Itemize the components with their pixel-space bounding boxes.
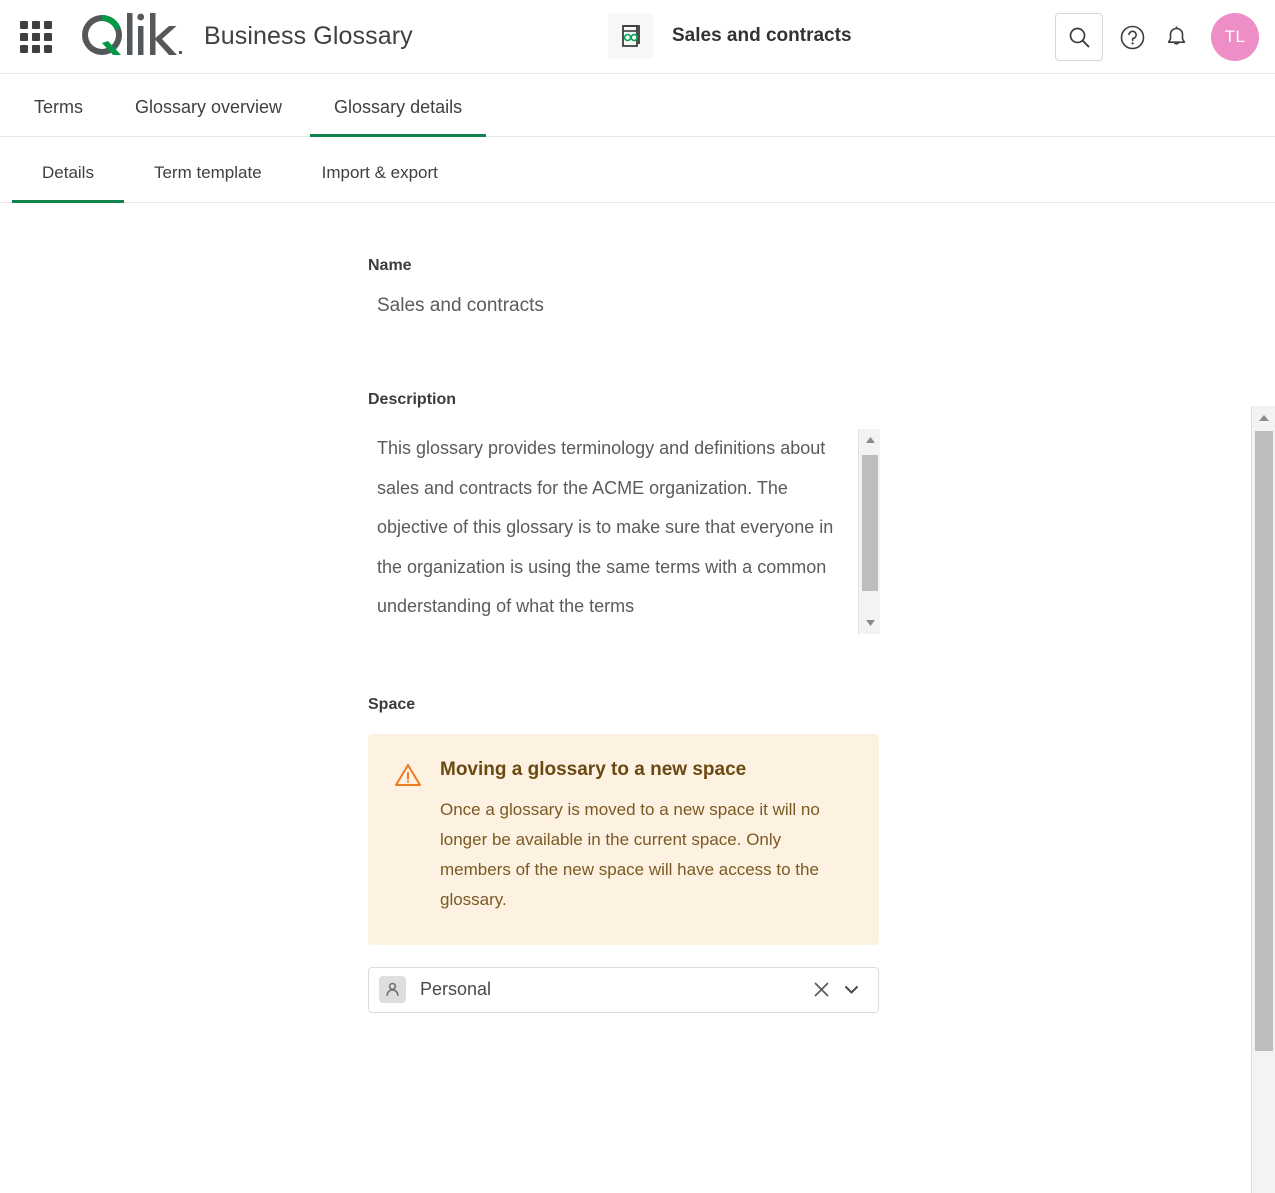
tab-glossary-overview[interactable]: Glossary overview xyxy=(135,97,282,136)
name-field-group: Name Sales and contracts xyxy=(368,257,888,317)
breadcrumb-label: Sales and contracts xyxy=(672,25,852,47)
space-select-value: Personal xyxy=(420,979,806,1000)
tab-details[interactable]: Details xyxy=(12,163,124,202)
tab-terms[interactable]: Terms xyxy=(34,97,83,136)
space-label: Space xyxy=(368,696,888,714)
avatar[interactable]: TL xyxy=(1211,13,1259,61)
tab-import-export[interactable]: Import & export xyxy=(292,163,468,202)
apps-grid-icon[interactable] xyxy=(18,19,54,55)
search-icon[interactable] xyxy=(1055,13,1103,61)
name-input[interactable]: Sales and contracts xyxy=(368,295,888,317)
glossary-book-icon xyxy=(608,13,654,59)
bell-icon[interactable] xyxy=(1161,22,1191,52)
description-textarea[interactable]: This glossary provides terminology and d… xyxy=(368,429,880,634)
page-scroll-thumb[interactable] xyxy=(1255,431,1273,1051)
scroll-down-icon[interactable] xyxy=(859,612,880,634)
description-field-group: Description This glossary provides termi… xyxy=(368,391,888,634)
page-scrollbar[interactable] xyxy=(1251,406,1275,1193)
close-icon[interactable] xyxy=(806,975,836,1005)
content-area: Name Sales and contracts Description Thi… xyxy=(0,203,1275,1193)
app-title: Business Glossary xyxy=(204,22,413,51)
space-select[interactable]: Personal xyxy=(368,967,879,1013)
name-label: Name xyxy=(368,257,888,275)
tab-glossary-details[interactable]: Glossary details xyxy=(334,97,462,136)
description-scrollbar[interactable] xyxy=(858,429,880,634)
app-header: Business Glossary Sales and contracts xyxy=(0,0,1275,74)
secondary-tabs: Details Term template Import & export xyxy=(0,137,1275,203)
page-scroll-up-icon[interactable] xyxy=(1252,406,1275,430)
breadcrumb[interactable]: Sales and contracts xyxy=(608,13,852,59)
chevron-down-icon[interactable] xyxy=(836,975,866,1005)
description-label: Description xyxy=(368,391,888,409)
tab-term-template[interactable]: Term template xyxy=(124,163,292,202)
description-text: This glossary provides terminology and d… xyxy=(368,429,838,627)
warning-triangle-icon xyxy=(394,761,422,789)
space-field-group: Space Moving a glossary to a new space O… xyxy=(368,696,888,1013)
warning-title: Moving a glossary to a new space xyxy=(440,759,852,782)
primary-tabs: Terms Glossary overview Glossary details xyxy=(0,74,1275,137)
person-icon xyxy=(379,976,406,1003)
description-scroll-thumb[interactable] xyxy=(862,455,878,591)
warning-body: Once a glossary is moved to a new space … xyxy=(440,795,852,915)
scroll-up-icon[interactable] xyxy=(859,429,880,451)
glossary-details-form: Name Sales and contracts Description Thi… xyxy=(368,257,888,1013)
qlik-logo[interactable] xyxy=(80,11,184,63)
space-move-warning: Moving a glossary to a new space Once a … xyxy=(368,734,879,945)
help-circle-icon[interactable] xyxy=(1117,22,1147,52)
header-actions: TL xyxy=(1055,0,1259,74)
warning-content: Moving a glossary to a new space Once a … xyxy=(440,759,852,915)
